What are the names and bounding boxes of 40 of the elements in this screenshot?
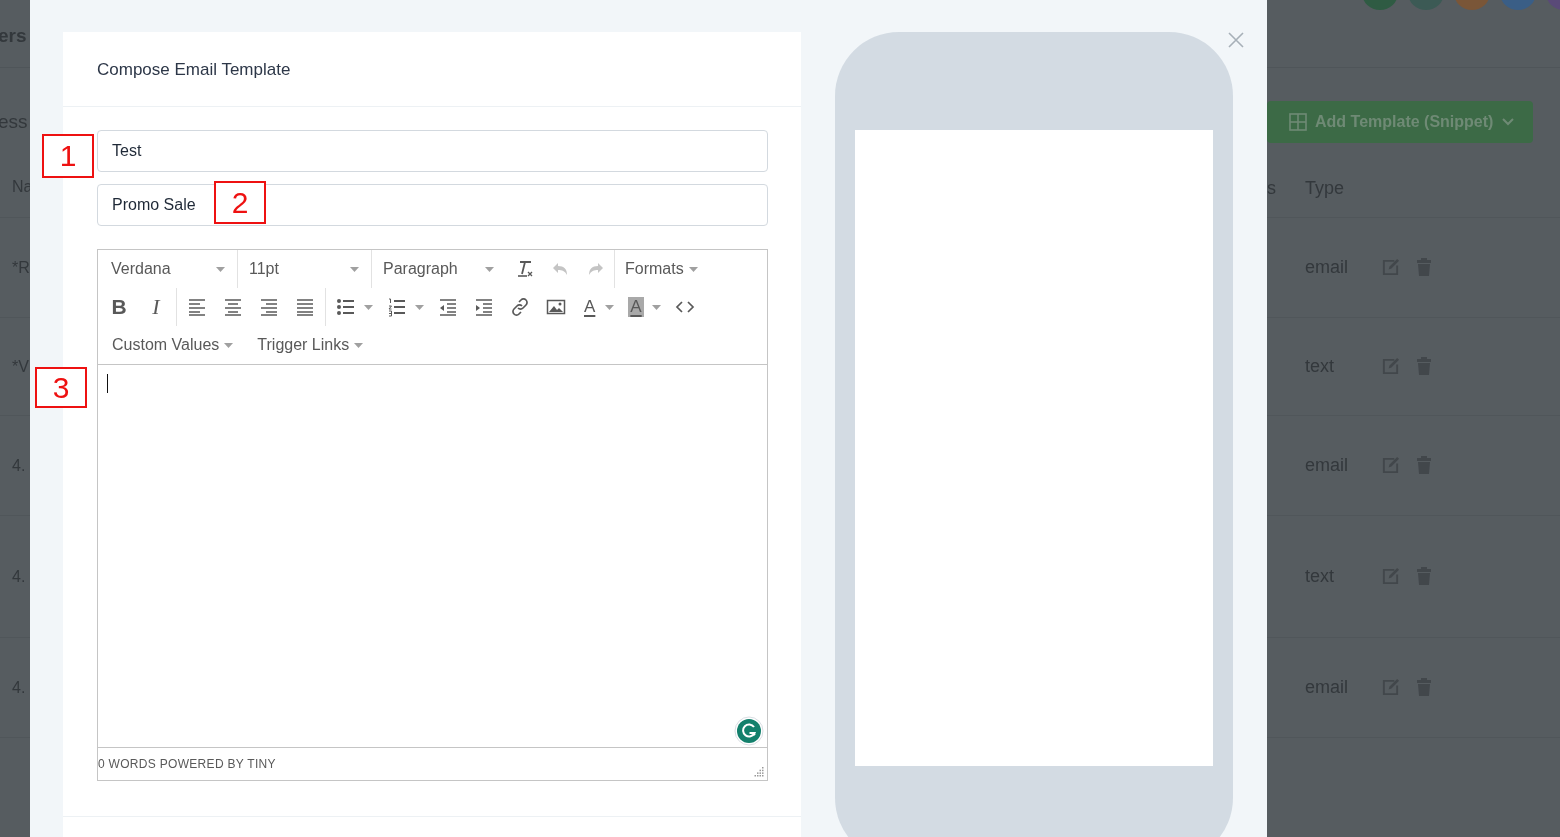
word-count-status: 0 WORDS POWERED BY TINY (98, 757, 276, 771)
toolbar-dropdown[interactable]: 11pt (238, 250, 372, 288)
annotation-label: 2 (214, 181, 266, 224)
link-icon (510, 297, 530, 317)
text-color-button[interactable]: A (574, 291, 621, 323)
align-left-icon (187, 297, 207, 317)
caret-icon (415, 304, 424, 310)
toolbar-dropdown[interactable]: Paragraph (372, 250, 506, 288)
indent-icon (474, 297, 494, 317)
align-right-icon (259, 297, 279, 317)
bullet-list-icon (336, 297, 356, 317)
caret-icon (688, 266, 698, 272)
caret-icon (354, 342, 364, 348)
bold-button[interactable]: B (100, 291, 138, 323)
caret-icon (224, 342, 234, 348)
caret-icon (350, 266, 359, 272)
caret-icon (605, 304, 615, 310)
text-cursor (107, 374, 108, 393)
outdent-icon (438, 297, 458, 317)
numbered-list-icon (387, 297, 407, 317)
italic-button[interactable]: I (138, 291, 174, 323)
toolbar-dropdown[interactable]: Verdana (100, 250, 238, 288)
annotation-label: 1 (42, 134, 94, 178)
align-center-icon (223, 297, 243, 317)
grid-icon (1289, 113, 1307, 131)
toolbar-menu[interactable]: Custom Values (100, 326, 246, 364)
caret-icon (485, 266, 494, 272)
formats-menu[interactable]: Formats (614, 250, 708, 288)
grammar-check-icon[interactable] (734, 716, 764, 746)
justify-icon (295, 297, 315, 317)
caret-icon (364, 304, 373, 310)
annotation-label: 3 (35, 367, 87, 408)
name-field[interactable]: Test (97, 130, 768, 172)
image-icon (546, 297, 566, 317)
close-icon[interactable] (1228, 32, 1244, 48)
caret-icon (216, 266, 225, 272)
caret-icon (651, 304, 661, 310)
resize-handle-icon[interactable] (754, 767, 764, 777)
dialog-title: Compose Email Template (97, 58, 291, 80)
toolbar-menu[interactable]: Trigger Links (245, 326, 376, 364)
